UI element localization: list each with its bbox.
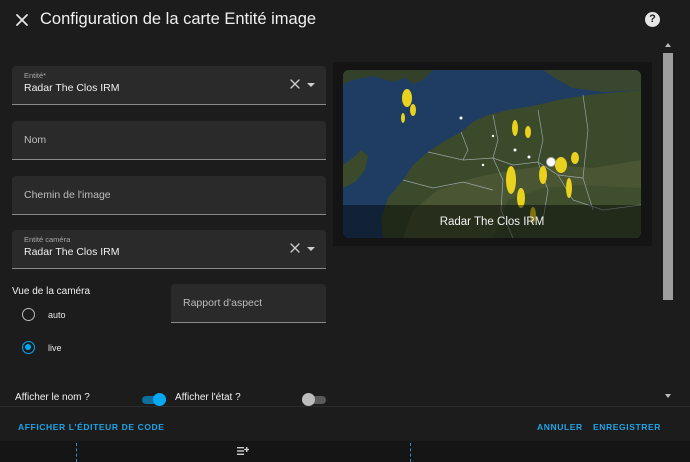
image-path-field-placeholder: Chemin de l'image (24, 189, 111, 201)
radio-label-auto: auto (48, 309, 66, 320)
dropdown-arrow-icon[interactable] (307, 83, 315, 87)
aspect-ratio-field-placeholder: Rapport d'aspect (183, 297, 263, 309)
radio-button-auto[interactable] (22, 308, 35, 321)
save-button[interactable]: ENREGISTRER (593, 422, 661, 432)
aspect-ratio-field[interactable]: Rapport d'aspect (171, 284, 326, 323)
image-path-field[interactable]: Chemin de l'image (12, 176, 326, 215)
dashed-divider (76, 443, 77, 462)
dialog-content: Entité* Radar The Clos IRM Nom Chemin de… (0, 42, 660, 406)
dialog-title: Configuration de la carte Entité image (40, 10, 317, 28)
background-dashboard-strip (0, 441, 690, 462)
dialog-footer: AFFICHER L'ÉDITEUR DE CODE ANNULER ENREG… (0, 406, 690, 441)
show-name-label: Afficher le nom ? (15, 392, 90, 403)
radio-button-live[interactable] (22, 341, 35, 354)
radio-label-live: live (48, 342, 62, 353)
show-state-label: Afficher l'état ? (175, 392, 241, 403)
content-scrollbar[interactable] (662, 42, 674, 406)
preview-caption: Radar The Clos IRM (439, 216, 545, 228)
radio-option-live[interactable]: live (22, 341, 62, 354)
camera-entity-field-label: Entité caméra (24, 235, 71, 244)
scroll-down-icon[interactable] (665, 394, 671, 398)
camera-entity-field-value: Radar The Clos IRM (24, 246, 120, 258)
add-card-icon[interactable] (237, 446, 249, 456)
close-icon[interactable] (12, 10, 32, 30)
show-name-toggle-knob (153, 393, 166, 406)
scroll-thumb[interactable] (663, 53, 673, 300)
scroll-up-icon[interactable] (665, 43, 671, 47)
cancel-button[interactable]: ANNULER (537, 422, 583, 432)
camera-view-label: Vue de la caméra (12, 286, 91, 297)
name-field[interactable]: Nom (12, 121, 326, 160)
dialog-header: Configuration de la carte Entité image ? (0, 0, 690, 42)
camera-entity-field[interactable]: Entité caméra Radar The Clos IRM (12, 230, 326, 269)
dropdown-arrow-icon[interactable] (307, 247, 315, 251)
card-preview: Radar The Clos IRM (333, 62, 652, 246)
radar-map-image: Radar The Clos IRM (343, 70, 641, 238)
entity-field[interactable]: Entité* Radar The Clos IRM (12, 66, 326, 105)
name-field-placeholder: Nom (24, 134, 47, 146)
dashed-divider (410, 443, 411, 462)
show-state-toggle-knob (302, 393, 315, 406)
card-config-dialog: Configuration de la carte Entité image ?… (0, 0, 690, 441)
entity-field-label: Entité* (24, 71, 47, 80)
help-icon[interactable]: ? (645, 12, 660, 27)
clear-icon[interactable] (290, 243, 300, 253)
show-code-editor-button[interactable]: AFFICHER L'ÉDITEUR DE CODE (18, 422, 165, 432)
show-name-toggle[interactable] (142, 393, 166, 406)
show-state-toggle[interactable] (302, 393, 326, 406)
radio-option-auto[interactable]: auto (22, 308, 66, 321)
entity-field-value: Radar The Clos IRM (24, 82, 120, 94)
clear-icon[interactable] (290, 79, 300, 89)
